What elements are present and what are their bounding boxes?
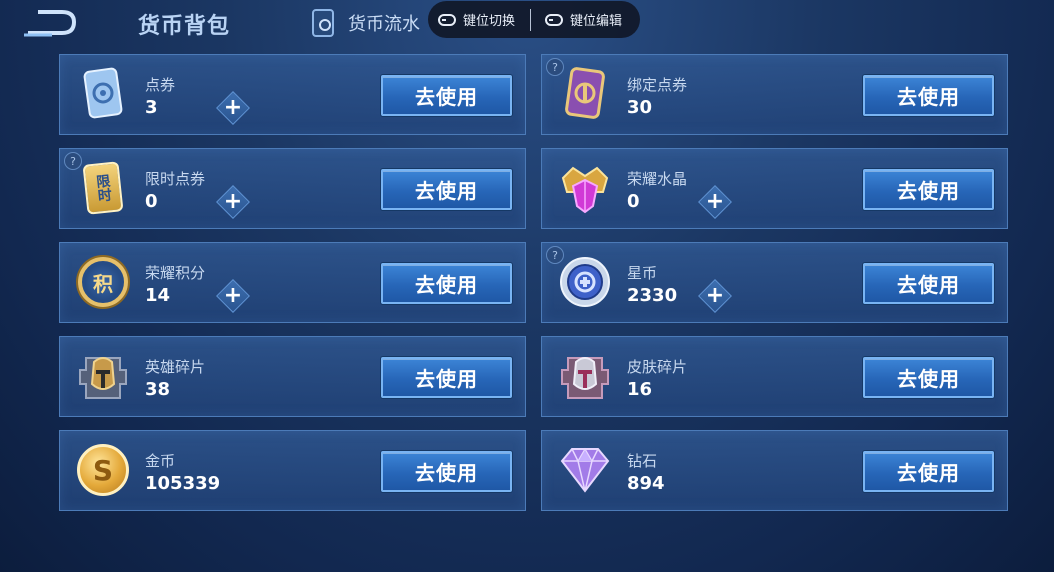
currency-card-honor-crystal: 荣耀水晶 0 + 去使用: [541, 148, 1008, 229]
plus-icon: +: [223, 95, 243, 120]
key-mapping-bar: 键位切换 键位编辑: [428, 1, 640, 38]
flow-card-icon: [312, 9, 334, 37]
currency-card-bound-voucher: ? 绑定点券 30 去使用: [541, 54, 1008, 135]
currency-card-star-coin: ? 星币 2330 + 去使用: [541, 242, 1008, 323]
key-edit-button[interactable]: 键位编辑: [545, 10, 622, 29]
plus-icon: +: [705, 283, 725, 308]
honor-crystal-icon: [556, 159, 614, 217]
currency-card-gold: S 金币 105339 去使用: [59, 430, 526, 511]
use-button[interactable]: 去使用: [863, 357, 994, 398]
limited-badge-text: 限时: [93, 173, 113, 203]
bound-voucher-card-icon: [556, 65, 614, 123]
header-bar: 货币背包 货币流水 键位切换 键位编辑: [0, 0, 1054, 46]
points-badge-text: 积: [93, 271, 113, 296]
use-button[interactable]: 去使用: [863, 263, 994, 304]
use-button[interactable]: 去使用: [381, 263, 512, 304]
diamond-icon: [556, 441, 614, 499]
currency-card-skin-shard: 皮肤碎片 16 去使用: [541, 336, 1008, 417]
currency-name: 绑定点券: [627, 76, 688, 94]
use-button[interactable]: 去使用: [863, 451, 994, 492]
voucher-card-icon: [74, 65, 132, 123]
currency-card-honor-points: 积 荣耀积分 14 + 去使用: [59, 242, 526, 323]
currency-name: 限时点券: [145, 170, 206, 188]
use-button[interactable]: 去使用: [381, 169, 512, 210]
currency-name: 金币: [145, 452, 176, 470]
currency-amount: 105339: [145, 473, 221, 494]
skin-shard-icon: [556, 347, 614, 405]
currency-amount: 38: [145, 379, 171, 400]
use-button[interactable]: 去使用: [381, 357, 512, 398]
add-star-coin-button[interactable]: +: [698, 279, 732, 313]
currency-name: 钻石: [627, 452, 658, 470]
limited-voucher-icon: 限时: [74, 159, 132, 217]
hero-shard-icon: [74, 347, 132, 405]
currency-amount: 30: [627, 97, 653, 118]
back-button[interactable]: [22, 6, 80, 38]
use-button[interactable]: 去使用: [863, 169, 994, 210]
currency-amount: 2330: [627, 285, 678, 306]
add-crystal-button[interactable]: +: [698, 185, 732, 219]
divider: [530, 8, 532, 31]
plus-icon: +: [705, 189, 725, 214]
currency-amount: 14: [145, 285, 171, 306]
currency-card-voucher: 点券 3 + 去使用: [59, 54, 526, 135]
currency-card-diamond: 钻石 894 去使用: [541, 430, 1008, 511]
currency-flow-tab[interactable]: 货币流水: [312, 8, 420, 38]
currency-amount: 3: [145, 97, 158, 118]
currency-name: 荣耀水晶: [627, 170, 688, 188]
flow-tab-label: 货币流水: [348, 14, 420, 35]
plus-icon: +: [223, 283, 243, 308]
gold-coin-icon: S: [74, 441, 132, 499]
currency-name: 英雄碎片: [145, 358, 206, 376]
gold-badge-text: S: [92, 453, 114, 487]
star-coin-icon: [556, 253, 614, 311]
currency-card-hero-shard: 英雄碎片 38 去使用: [59, 336, 526, 417]
add-limited-voucher-button[interactable]: +: [216, 185, 250, 219]
currency-amount: 0: [627, 191, 640, 212]
currency-name: 点券: [145, 76, 176, 94]
key-switch-button[interactable]: 键位切换: [438, 10, 515, 29]
currency-amount: 0: [145, 191, 158, 212]
page-title: 货币背包: [138, 14, 231, 39]
back-arrow-icon: [24, 10, 77, 37]
key-switch-label: 键位切换: [463, 14, 516, 29]
gamepad-icon: [545, 13, 564, 26]
use-button[interactable]: 去使用: [863, 75, 994, 116]
gamepad-icon: [438, 13, 456, 26]
honor-points-icon: 积: [74, 253, 132, 311]
currency-name: 皮肤碎片: [627, 358, 688, 376]
currency-name: 荣耀积分: [145, 264, 206, 282]
currency-amount: 894: [627, 473, 665, 494]
add-points-button[interactable]: +: [216, 279, 250, 313]
add-voucher-button[interactable]: +: [216, 91, 250, 125]
currency-name: 星币: [627, 264, 658, 282]
use-button[interactable]: 去使用: [381, 75, 512, 116]
key-edit-label: 键位编辑: [570, 14, 623, 29]
currency-card-limited-voucher: ? 限时 限时点券 0 + 去使用: [59, 148, 526, 229]
use-button[interactable]: 去使用: [381, 451, 512, 492]
plus-icon: +: [223, 189, 243, 214]
currency-amount: 16: [627, 379, 653, 400]
